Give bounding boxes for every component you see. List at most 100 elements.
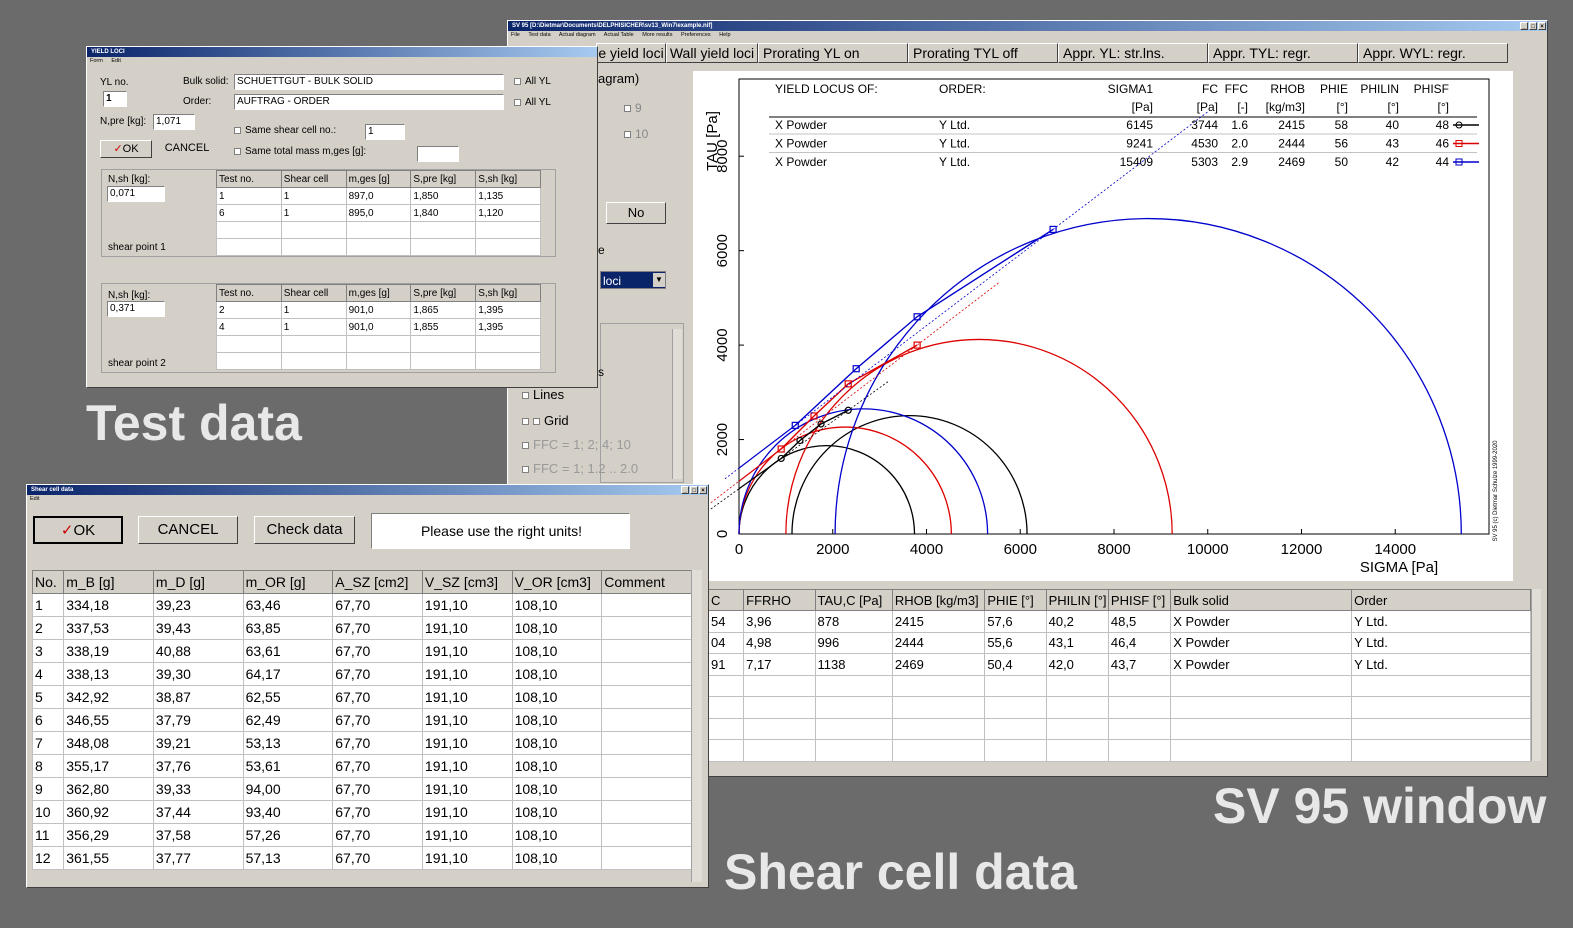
table-row[interactable]: 2 337,53 39,43 63,85 67,70 191,10 108,10 xyxy=(31,616,695,640)
table-cell[interactable] xyxy=(601,662,695,686)
table-cell[interactable]: 191,10 xyxy=(421,777,513,801)
table-cell[interactable]: 191,10 xyxy=(421,593,513,617)
column-header[interactable]: FFRHO xyxy=(743,589,816,611)
column-header[interactable]: PHILIN [°] xyxy=(1045,589,1109,611)
table-cell[interactable] xyxy=(1045,696,1109,719)
table-cell[interactable]: 108,10 xyxy=(511,685,603,709)
chevron-down-icon[interactable]: ▼ xyxy=(653,273,665,287)
table-cell[interactable] xyxy=(216,335,282,353)
table-cell[interactable] xyxy=(1107,717,1172,740)
table-row[interactable] xyxy=(707,739,1531,762)
table-cell[interactable]: 108,10 xyxy=(511,593,603,617)
table-cell[interactable]: 338,13 xyxy=(63,662,154,686)
table-cell[interactable] xyxy=(814,696,893,719)
table-cell[interactable] xyxy=(601,593,695,617)
table-cell[interactable]: 67,70 xyxy=(332,685,423,709)
table-cell[interactable]: 334,18 xyxy=(63,593,154,617)
table-cell[interactable]: 39,23 xyxy=(152,593,244,617)
table-cell[interactable] xyxy=(707,696,745,719)
table-cell[interactable]: 1138 xyxy=(814,653,893,676)
table-cell[interactable] xyxy=(984,739,1047,762)
ffc-option-2[interactable]: FFC = 1; 1.2 .. 2.0 xyxy=(522,461,638,476)
table-cell[interactable]: 361,55 xyxy=(63,846,154,870)
table-cell[interactable]: 1 xyxy=(280,204,347,222)
table-cell[interactable]: 37,76 xyxy=(152,754,244,778)
table-cell[interactable] xyxy=(345,335,412,353)
table-row[interactable] xyxy=(707,696,1531,719)
table-cell[interactable]: 94,00 xyxy=(242,777,334,801)
table-cell[interactable]: 63,85 xyxy=(242,616,334,640)
table-cell[interactable]: 63,46 xyxy=(242,593,334,617)
table-row[interactable]: 2 1 901,0 1,865 1,395 xyxy=(216,301,541,319)
table-cell[interactable]: 39,33 xyxy=(152,777,244,801)
menu-actual-table[interactable]: Actual Table xyxy=(604,32,634,38)
table-cell[interactable]: 2 xyxy=(216,301,282,319)
table-cell[interactable] xyxy=(601,708,695,732)
table-row[interactable]: 54 3,96 878 2415 57,6 40,2 48,5 X Powder Y Ltd. xyxy=(707,610,1531,633)
menu-form[interactable]: Form xyxy=(90,58,103,64)
table-cell[interactable] xyxy=(814,739,893,762)
table-cell[interactable]: 39,21 xyxy=(152,731,244,755)
check-data-button[interactable]: Check data xyxy=(254,516,355,544)
table-cell[interactable] xyxy=(216,352,282,370)
menu-test-data[interactable]: Test data xyxy=(528,32,550,38)
table-cell[interactable]: 355,17 xyxy=(63,754,154,778)
table-cell[interactable] xyxy=(891,717,986,740)
table-cell[interactable]: 54 xyxy=(707,610,745,633)
table-cell[interactable]: 67,70 xyxy=(332,708,423,732)
toolbar-yield-loci[interactable]: e yield loci xyxy=(596,43,666,63)
table-cell[interactable]: 6 xyxy=(31,708,65,732)
table-cell[interactable] xyxy=(984,696,1047,719)
table-cell[interactable]: 67,70 xyxy=(332,823,423,847)
table-cell[interactable]: 108,10 xyxy=(511,662,603,686)
table-row[interactable]: 6 346,55 37,79 62,49 67,70 191,10 108,10 xyxy=(31,708,695,732)
close-icon[interactable]: × xyxy=(699,486,707,494)
maximize-icon[interactable]: □ xyxy=(690,486,698,494)
total-mass-field[interactable] xyxy=(417,146,459,162)
table-cell[interactable] xyxy=(891,739,986,762)
table-cell[interactable]: 3,96 xyxy=(743,610,816,633)
table-cell[interactable]: 356,29 xyxy=(63,823,154,847)
table-cell[interactable] xyxy=(743,696,816,719)
table-cell[interactable]: 37,44 xyxy=(152,800,244,824)
table-row[interactable] xyxy=(707,717,1531,740)
table-cell[interactable]: 996 xyxy=(814,631,893,654)
table-cell[interactable]: 67,70 xyxy=(332,639,423,663)
table-cell[interactable] xyxy=(1170,739,1353,762)
table-cell[interactable]: 1 xyxy=(280,301,347,319)
table-cell[interactable]: X Powder xyxy=(1170,610,1353,633)
table-cell[interactable]: 2469 xyxy=(891,653,986,676)
table-cell[interactable]: 62,55 xyxy=(242,685,334,709)
table-cell[interactable] xyxy=(891,696,986,719)
table-cell[interactable]: 40,2 xyxy=(1045,610,1109,633)
toolbar-appr-wyl[interactable]: Appr. WYL: regr. xyxy=(1358,43,1508,63)
table-cell[interactable]: 1,865 xyxy=(410,301,477,319)
table-cell[interactable]: 91 xyxy=(707,653,745,676)
table-cell[interactable]: 342,92 xyxy=(63,685,154,709)
table-cell[interactable] xyxy=(743,739,816,762)
table-cell[interactable]: 191,10 xyxy=(421,708,513,732)
column-header[interactable]: No. xyxy=(31,570,65,594)
minimize-icon[interactable]: _ xyxy=(681,486,689,494)
table-row[interactable]: 11 356,29 37,58 57,26 67,70 191,10 108,10 xyxy=(31,823,695,847)
table-cell[interactable]: 348,08 xyxy=(63,731,154,755)
table-row[interactable] xyxy=(216,335,541,353)
table-cell[interactable] xyxy=(601,777,695,801)
table-cell[interactable] xyxy=(345,238,412,256)
table-cell[interactable]: Y Ltd. xyxy=(1351,631,1531,654)
table-cell[interactable]: 191,10 xyxy=(421,731,513,755)
table-cell[interactable] xyxy=(1045,674,1109,697)
column-header[interactable]: C xyxy=(707,589,745,611)
table-cell[interactable]: 191,10 xyxy=(421,800,513,824)
table-cell[interactable]: 1 xyxy=(280,187,347,205)
table-cell[interactable]: 108,10 xyxy=(511,846,603,870)
table-cell[interactable] xyxy=(1107,696,1172,719)
table-cell[interactable]: 108,10 xyxy=(511,731,603,755)
table-row[interactable]: 6 1 895,0 1,840 1,120 xyxy=(216,204,541,222)
column-header[interactable]: m,ges [g] xyxy=(345,170,412,188)
table-cell[interactable]: 2444 xyxy=(891,631,986,654)
table-cell[interactable] xyxy=(1170,717,1353,740)
table-cell[interactable]: 878 xyxy=(814,610,893,633)
table-cell[interactable]: 362,80 xyxy=(63,777,154,801)
table-cell[interactable] xyxy=(1107,739,1172,762)
